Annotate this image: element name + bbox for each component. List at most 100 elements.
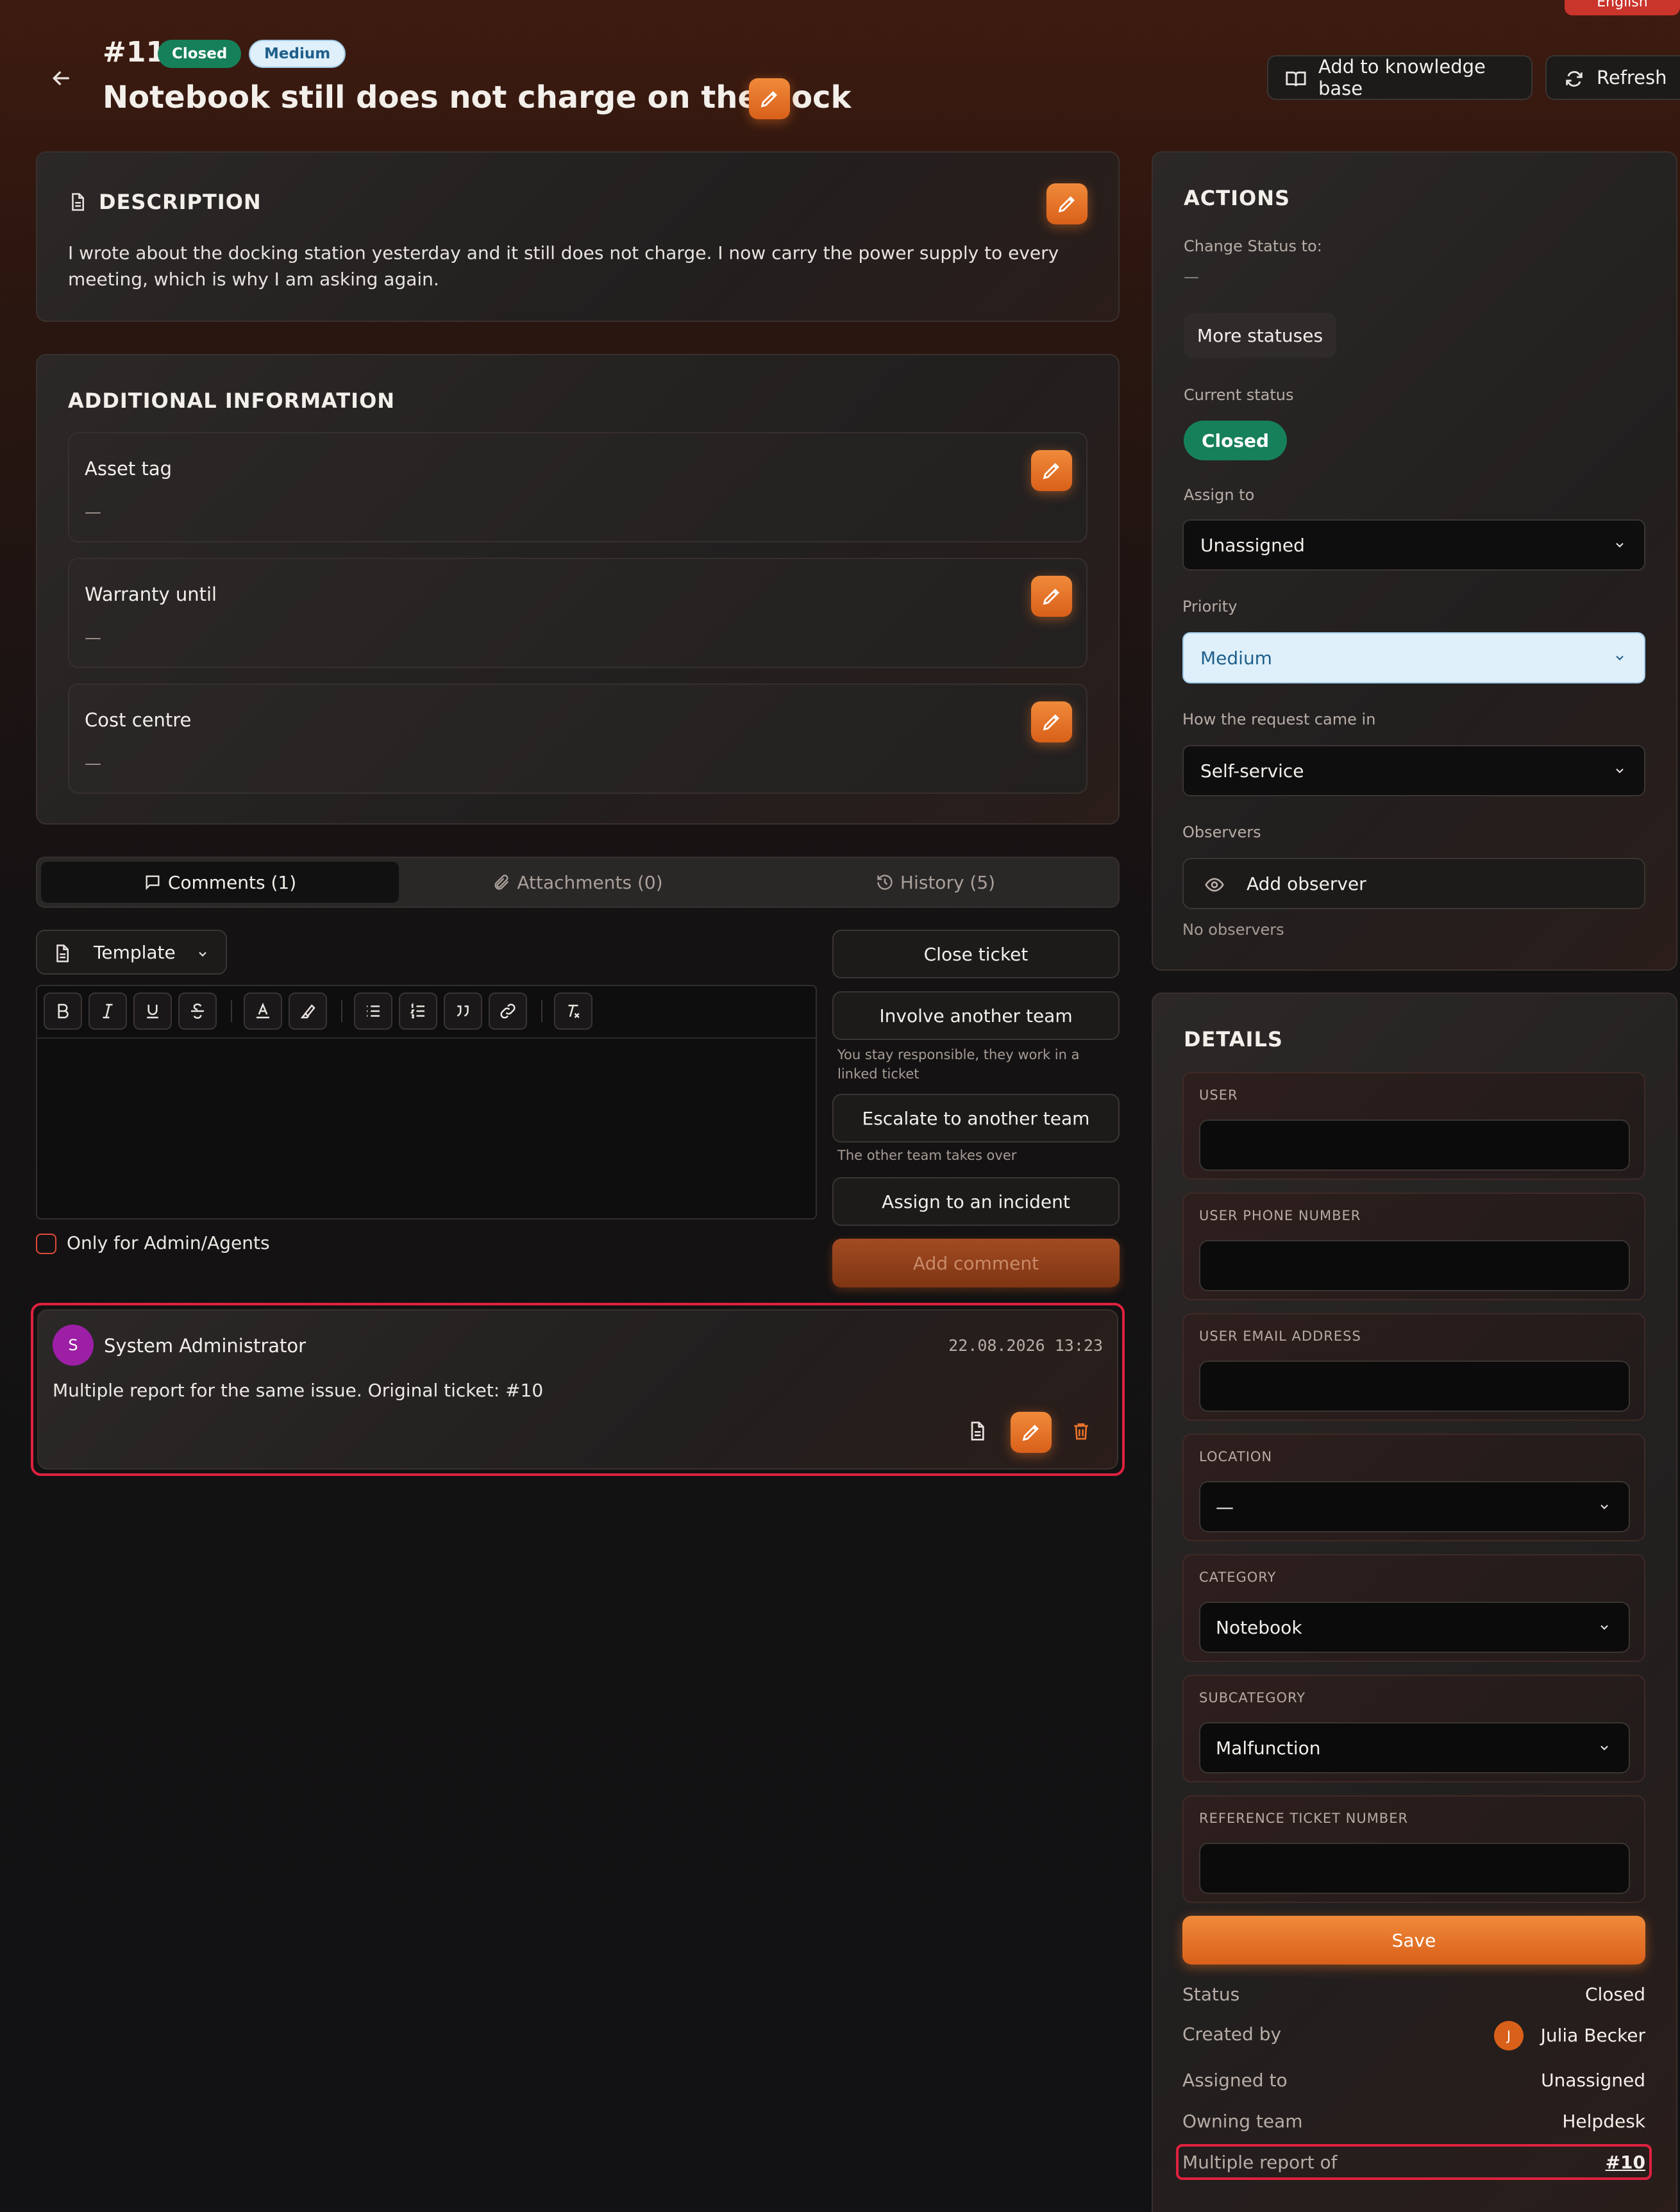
category-select[interactable]: Notebook [1199, 1602, 1630, 1653]
template-dropdown[interactable]: Template [36, 930, 227, 975]
close-ticket-button[interactable]: Close ticket [832, 930, 1120, 978]
italic-button[interactable] [88, 993, 127, 1030]
bullet-list-button[interactable] [354, 993, 392, 1030]
came-in-value: Self-service [1200, 760, 1304, 782]
summary-assigned-label: Assigned to [1182, 2070, 1288, 2091]
category-field: CATEGORY Notebook [1182, 1554, 1645, 1662]
refresh-label: Refresh [1597, 67, 1667, 88]
refresh-button[interactable]: Refresh [1545, 55, 1680, 100]
user-label: USER [1199, 1087, 1238, 1103]
tab-comments-label: Comments (1) [167, 871, 297, 893]
text-color-icon [256, 1002, 269, 1019]
bold-button[interactable] [44, 993, 82, 1030]
underline-button[interactable] [133, 993, 172, 1030]
chevron-down-icon [199, 951, 206, 957]
assign-incident-button[interactable]: Assign to an incident [832, 1177, 1120, 1226]
highlight-button[interactable] [289, 993, 327, 1030]
reference-ticket-input[interactable] [1199, 1843, 1630, 1894]
original-ticket-link[interactable]: #10 [1606, 2152, 1645, 2173]
tab-comments[interactable]: Comments (1) [41, 862, 399, 903]
cost-centre-label: Cost centre [85, 709, 192, 731]
summary-status-label: Status [1182, 1984, 1240, 2005]
trash-icon [1074, 1423, 1088, 1440]
priority-badge: Medium [249, 40, 346, 68]
chevron-down-icon [1600, 1625, 1608, 1630]
template-label: Template [94, 941, 176, 963]
user-email-input[interactable] [1199, 1361, 1630, 1412]
link-button[interactable] [489, 993, 527, 1030]
chevron-down-icon [1616, 542, 1624, 548]
strikethrough-button[interactable] [178, 993, 217, 1030]
save-button[interactable]: Save [1182, 1916, 1645, 1965]
quote-button[interactable] [444, 993, 482, 1030]
toolbar-separator [541, 1000, 542, 1022]
edit-description-button[interactable] [1046, 183, 1088, 224]
change-status-label: Change Status to: [1184, 237, 1322, 255]
more-statuses-button[interactable]: More statuses [1184, 313, 1336, 358]
description-text: I wrote about the docking station yester… [68, 242, 1059, 290]
save-label: Save [1391, 1929, 1436, 1951]
summary-team-label: Owning team [1182, 2111, 1303, 2132]
involve-team-button[interactable]: Involve another team [832, 991, 1120, 1040]
clear-format-button[interactable] [554, 993, 592, 1030]
language-button[interactable]: English [1565, 0, 1680, 15]
summary-multiple-report-label: Multiple report of [1182, 2152, 1338, 2173]
text-color-button[interactable] [244, 993, 282, 1030]
only-admin-checkbox[interactable] [36, 1234, 56, 1254]
pencil-icon [1058, 196, 1075, 213]
comment-author: System Administrator [104, 1335, 307, 1357]
edit-cost-centre-button[interactable] [1031, 701, 1072, 742]
subcategory-select[interactable]: Malfunction [1199, 1722, 1630, 1773]
tab-history-label: History (5) [900, 871, 996, 893]
details-heading: DETAILS [1184, 1027, 1283, 1052]
toolbar-separator [231, 1000, 232, 1022]
priority-select[interactable]: Medium [1182, 632, 1645, 683]
paperclip-icon [494, 875, 509, 890]
summary-assigned-value: Unassigned [1541, 2070, 1645, 2091]
assign-incident-label: Assign to an incident [882, 1191, 1070, 1212]
change-status-value: — [1184, 268, 1199, 286]
tab-attachments[interactable]: Attachments (0) [399, 862, 757, 903]
numbered-list-button[interactable] [399, 993, 437, 1030]
page-title: Notebook still does not charge on the do… [103, 80, 852, 115]
add-observer-button[interactable]: Add observer [1182, 858, 1645, 909]
editor-text-area[interactable] [37, 1040, 816, 1218]
escalate-team-button[interactable]: Escalate to another team [832, 1094, 1120, 1143]
location-select[interactable]: — [1199, 1481, 1630, 1532]
italic-icon [103, 1003, 113, 1019]
back-button[interactable] [49, 65, 74, 91]
pencil-icon [1043, 463, 1059, 480]
add-comment-button[interactable]: Add comment [832, 1239, 1120, 1287]
priority-label: Priority [1182, 598, 1238, 616]
user-email-label: USER EMAIL ADDRESS [1199, 1328, 1361, 1344]
edit-title-button[interactable] [749, 78, 790, 119]
summary-status-value: Closed [1584, 1984, 1645, 2005]
comment-text: Multiple report for the same issue. Orig… [53, 1380, 544, 1401]
actions-heading: ACTIONS [1184, 186, 1291, 210]
user-phone-input[interactable] [1199, 1240, 1630, 1291]
bullet-list-icon [367, 1005, 380, 1017]
edit-comment-button[interactable] [1011, 1412, 1052, 1453]
user-phone-field: USER PHONE NUMBER [1182, 1193, 1645, 1300]
came-in-label: How the request came in [1182, 710, 1376, 728]
summary-team-value: Helpdesk [1562, 2111, 1645, 2132]
user-input[interactable] [1199, 1119, 1630, 1171]
came-in-select[interactable]: Self-service [1182, 745, 1645, 796]
add-to-knowledge-base-button[interactable]: Add to knowledge base [1267, 55, 1533, 100]
history-icon [877, 875, 893, 890]
tab-history[interactable]: History (5) [757, 862, 1114, 903]
comment-timestamp: 22.08.2026 13:23 [948, 1336, 1103, 1355]
delete-comment-button[interactable] [1071, 1421, 1096, 1446]
comment-document-button[interactable] [967, 1421, 993, 1446]
document-icon [971, 1421, 984, 1441]
assign-to-select[interactable]: Unassigned [1182, 519, 1645, 571]
strikethrough-icon [191, 1003, 204, 1019]
close-ticket-label: Close ticket [923, 943, 1029, 965]
observers-label: Observers [1182, 823, 1261, 841]
summary-created-by-label: Created by [1182, 2023, 1282, 2045]
edit-asset-tag-button[interactable] [1031, 450, 1072, 491]
avatar-letter: S [68, 1336, 78, 1354]
pencil-icon [1043, 714, 1059, 731]
bold-icon [58, 1003, 69, 1019]
edit-warranty-button[interactable] [1031, 576, 1072, 617]
